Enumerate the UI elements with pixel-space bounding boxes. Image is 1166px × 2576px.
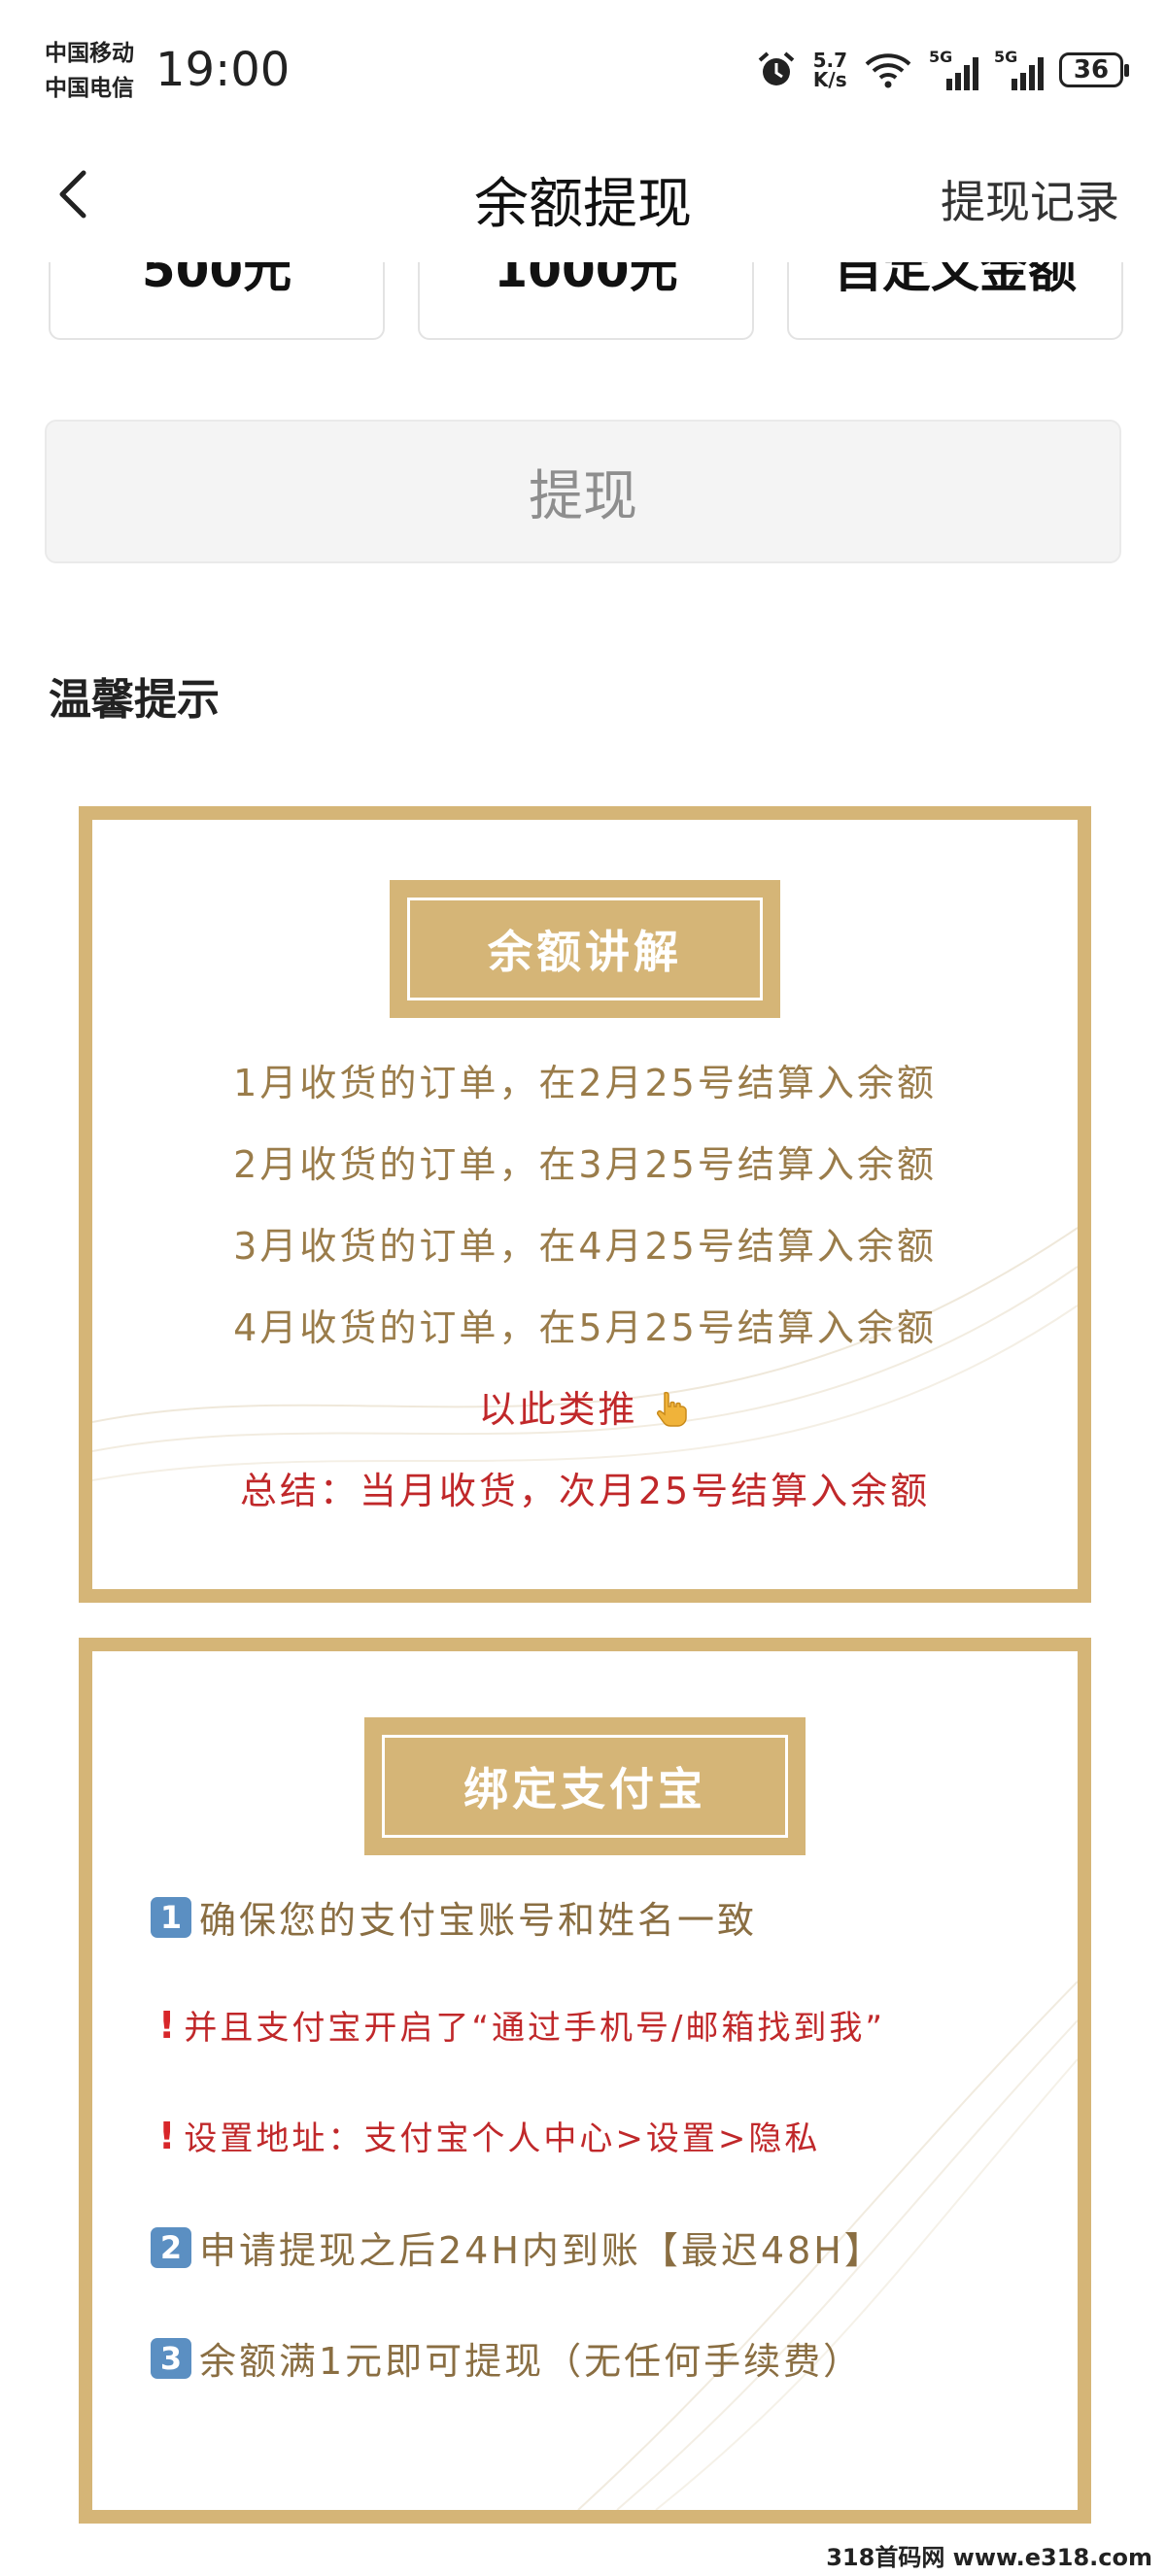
alipay-item-2: 2 申请提现之后24H内到账【最迟48H】 [151, 2220, 884, 2274]
status-icons: 5.7 K/s 5G 5G 36 [755, 48, 1129, 91]
alipay-item-3: 3 余额满1元即可提现（无任何手续费） [151, 2331, 863, 2385]
watermark: 318首码网 www.e318.com [826, 2544, 1152, 2571]
scroll-mask [0, 229, 1166, 262]
clock: 19:00 [155, 43, 291, 97]
banner-title: 余额讲解 [407, 898, 763, 1000]
alipay-item-1: 1 确保您的支付宝账号和姓名一致 [151, 1890, 757, 1944]
explanation-line-2: 2月收货的订单，在3月25号结算入余额 [233, 1143, 937, 1186]
balance-explanation-banner: 余额讲解 [390, 880, 780, 1018]
bind-alipay-card: 绑定支付宝 1 确保您的支付宝账号和姓名一致 ! 并且支付宝开启了“通过手机号/邮箱… [79, 1638, 1091, 2524]
signal-icon-2: 5G [994, 48, 1044, 90]
tips-title: 温馨提示 [49, 675, 220, 725]
net-speed: 5.7 K/s [812, 49, 847, 91]
alipay-note-1: ! 并且支付宝开启了“通过手机号/邮箱找到我” [158, 2003, 886, 2049]
carrier-2: 中国电信 [45, 76, 134, 101]
balance-explanation-card: 余额讲解 1月收货的订单，在2月25号结算入余额 2月收货的订单，在3月25号结… [79, 806, 1091, 1603]
alarm-icon [758, 51, 794, 85]
exclamation-icon: ! [158, 2003, 179, 2047]
explanation-line-1: 1月收货的订单，在2月25号结算入余额 [233, 1062, 937, 1104]
bind-alipay-banner: 绑定支付宝 [364, 1717, 806, 1855]
explanation-line-4: 4月收货的订单，在5月25号结算入余额 [233, 1306, 937, 1349]
pointing-hand-icon [656, 1391, 687, 1427]
withdraw-records-link[interactable]: 提现记录 [941, 167, 1119, 231]
banner-title-2: 绑定支付宝 [382, 1735, 788, 1838]
wifi-icon [865, 53, 911, 88]
etc-line: 以此类推 [92, 1379, 1078, 1433]
summary-line: 总结：当月收货，次月25号结算入余额 [239, 1470, 931, 1512]
signal-icon: 5G [929, 48, 978, 90]
explanation-line-3: 3月收货的订单，在4月25号结算入余额 [233, 1225, 937, 1268]
exclamation-icon-2: ! [158, 2114, 179, 2157]
carrier-1: 中国移动 [45, 41, 134, 66]
keycap-2-icon: 2 [151, 2226, 191, 2268]
withdraw-button[interactable]: 提现 [45, 420, 1121, 563]
keycap-3-icon: 3 [151, 2337, 191, 2379]
alipay-note-2: ! 设置地址：支付宝个人中心>设置>隐私 [158, 2114, 821, 2159]
keycap-1-icon: 1 [151, 1896, 191, 1938]
battery-icon: 36 [1059, 52, 1129, 87]
